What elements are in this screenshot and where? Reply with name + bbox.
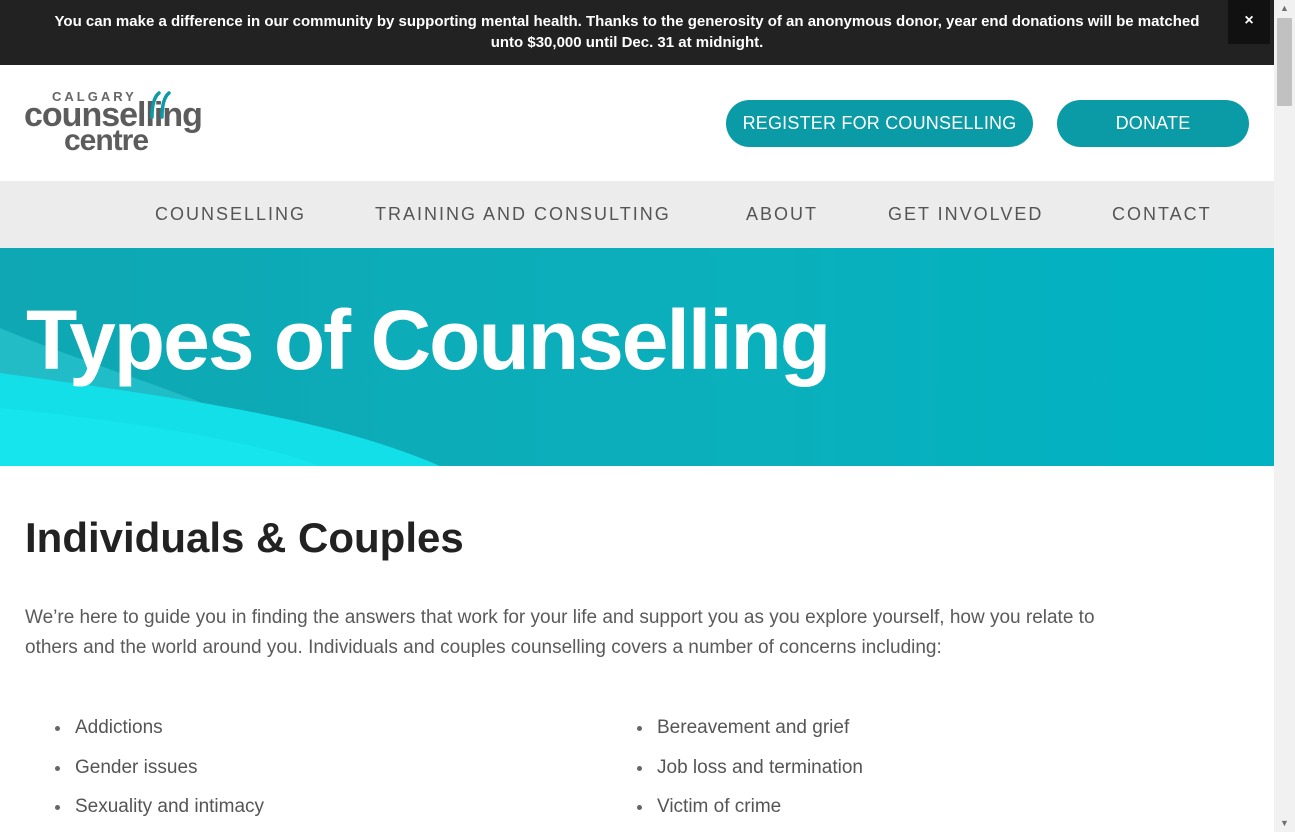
close-announcement-button[interactable]: × (1228, 0, 1270, 44)
bullet-icon (55, 726, 60, 731)
scrollbar-thumb[interactable] (1277, 18, 1292, 106)
scroll-down-arrow-icon[interactable]: ▼ (1274, 815, 1295, 832)
concerns-list-right: Bereavement and grief Job loss and termi… (637, 713, 863, 832)
logo-sub-text: centre (64, 124, 149, 157)
list-item: Addictions (55, 713, 264, 753)
nav-item-counselling[interactable]: COUNSELLING (155, 181, 306, 248)
list-item: Job loss and termination (637, 753, 863, 793)
bullet-icon (637, 726, 642, 731)
site-logo[interactable]: CALGARY counselling centre (24, 89, 224, 159)
page: You can make a difference in our communi… (0, 0, 1274, 832)
nav-item-training-and-consulting[interactable]: TRAINING AND CONSULTING (375, 181, 671, 248)
register-for-counselling-button[interactable]: REGISTER FOR COUNSELLING (726, 100, 1033, 147)
main-nav: COUNSELLING TRAINING AND CONSULTING ABOU… (0, 181, 1274, 248)
list-item: Victim of crime (637, 792, 863, 832)
intro-paragraph: We’re here to guide you in finding the a… (25, 607, 1095, 658)
list-item-label: Addictions (75, 717, 163, 738)
nav-item-about[interactable]: ABOUT (746, 181, 818, 248)
section-title: Individuals & Couples (25, 514, 464, 561)
page-title: Types of Counselling (26, 293, 831, 387)
list-item-label: Bereavement and grief (657, 717, 850, 738)
bullet-icon (637, 765, 642, 771)
scroll-up-arrow-icon[interactable]: ▲ (1274, 0, 1295, 17)
list-item: Bereavement and grief (637, 713, 863, 753)
list-item-label: Job loss and termination (657, 756, 863, 778)
bullet-icon (55, 765, 60, 771)
announcement-text: You can make a difference in our communi… (54, 13, 1200, 51)
concerns-list-left: Addictions Gender issues Sexuality and i… (55, 713, 264, 832)
list-item: Sexuality and intimacy (55, 792, 264, 832)
announcement-bar: You can make a difference in our communi… (0, 0, 1274, 65)
close-icon: × (1244, 12, 1254, 29)
list-item-label: Sexuality and intimacy (75, 796, 265, 817)
hero-banner: Types of Counselling (0, 248, 1274, 466)
site-header: CALGARY counselling centre REGISTER FOR … (0, 65, 1274, 181)
page-scrollbar[interactable]: ▲ ▼ (1274, 0, 1295, 832)
list-item-label: Victim of crime (657, 796, 782, 817)
logo-accent-icon (150, 91, 171, 119)
bullet-icon (55, 805, 60, 810)
donate-button[interactable]: DONATE (1057, 100, 1249, 147)
list-item-label: Gender issues (75, 756, 198, 778)
nav-item-contact[interactable]: CONTACT (1112, 181, 1212, 248)
nav-item-get-involved[interactable]: GET INVOLVED (888, 181, 1043, 248)
bullet-icon (637, 805, 642, 810)
list-item: Gender issues (55, 753, 264, 793)
